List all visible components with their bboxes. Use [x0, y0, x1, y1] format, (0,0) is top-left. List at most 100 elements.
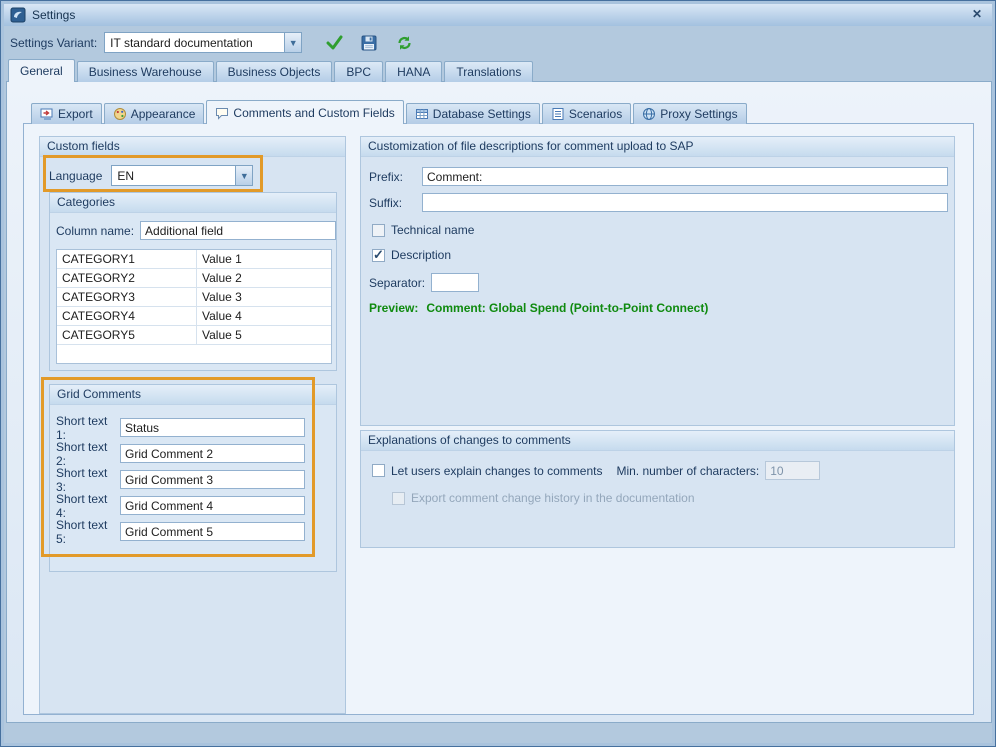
tab-business-warehouse[interactable]: Business Warehouse	[77, 61, 214, 82]
tab-proxy-settings[interactable]: Proxy Settings	[633, 103, 746, 124]
suffix-input[interactable]	[422, 193, 948, 212]
short-text-label: Short text 2:	[56, 440, 120, 468]
custom-fields-group: Custom fields Language EN ▼ Categories C…	[39, 136, 346, 714]
tab-hana[interactable]: HANA	[385, 61, 442, 82]
tab-label: Scenarios	[569, 107, 622, 121]
technical-name-row: Technical name	[372, 223, 474, 237]
table-row[interactable]: CATEGORY3 Value 3	[57, 288, 331, 307]
short-text-label: Short text 1:	[56, 414, 120, 442]
variant-value: IT standard documentation	[105, 36, 284, 50]
min-chars-label: Min. number of characters:	[616, 464, 759, 478]
scenarios-icon	[551, 107, 565, 121]
refresh-icon[interactable]	[394, 33, 414, 53]
category-cell: CATEGORY3	[57, 288, 197, 306]
close-icon[interactable]: ✕	[968, 7, 986, 23]
comments-icon	[215, 106, 229, 120]
save-icon[interactable]	[359, 33, 379, 53]
tab-general[interactable]: General	[8, 59, 75, 82]
separator-row: Separator:	[369, 273, 479, 292]
group-title: Grid Comments	[50, 385, 336, 405]
technical-name-checkbox[interactable]	[372, 224, 385, 237]
titlebar: Settings ✕	[4, 4, 992, 26]
toolbar	[324, 33, 414, 53]
short-text-1-input[interactable]	[120, 418, 305, 437]
group-title: Categories	[50, 193, 336, 213]
general-tab-panel: Export Appearance	[6, 81, 992, 723]
chevron-down-icon[interactable]: ▼	[235, 166, 252, 185]
tab-label: Translations	[456, 65, 521, 79]
tab-business-objects[interactable]: Business Objects	[216, 61, 333, 82]
main-tab-strip: General Business Warehouse Business Obje…	[8, 59, 533, 82]
min-chars-input	[765, 461, 820, 480]
tab-appearance[interactable]: Appearance	[104, 103, 205, 124]
comments-custom-fields-panel: Custom fields Language EN ▼ Categories C…	[23, 123, 974, 715]
language-row: Language EN ▼	[49, 165, 253, 186]
short-text-label: Short text 3:	[56, 466, 120, 494]
apply-icon[interactable]	[324, 33, 344, 53]
let-users-label: Let users explain changes to comments	[391, 464, 602, 478]
short-text-label: Short text 5:	[56, 518, 120, 546]
short-text-4-input[interactable]	[120, 496, 305, 515]
preview-value: Comment: Global Spend (Point-to-Point Co…	[426, 301, 708, 315]
value-cell[interactable]: Value 1	[197, 250, 331, 268]
tab-bpc[interactable]: BPC	[334, 61, 383, 82]
tab-comments-and-custom-fields[interactable]: Comments and Custom Fields	[206, 100, 403, 124]
value-cell[interactable]: Value 4	[197, 307, 331, 325]
tab-database-settings[interactable]: Database Settings	[406, 103, 540, 124]
language-value: EN	[112, 169, 235, 183]
proxy-icon	[642, 107, 656, 121]
settings-window: Settings ✕ Settings Variant: IT standard…	[0, 0, 996, 747]
separator-input[interactable]	[431, 273, 479, 292]
group-title: Customization of file descriptions for c…	[361, 137, 954, 157]
tab-label: Business Objects	[228, 65, 321, 79]
table-row[interactable]: CATEGORY5 Value 5	[57, 326, 331, 345]
short-text-row: Short text 4:	[56, 496, 336, 515]
short-text-3-input[interactable]	[120, 470, 305, 489]
language-combobox[interactable]: EN ▼	[111, 165, 253, 186]
variant-combobox[interactable]: IT standard documentation ▼	[104, 32, 302, 53]
let-users-row: Let users explain changes to comments Mi…	[372, 461, 820, 480]
grid-comments-group: Grid Comments Short text 1: Short text 2…	[49, 384, 337, 572]
app-icon	[10, 7, 26, 23]
tab-translations[interactable]: Translations	[444, 61, 533, 82]
description-label: Description	[391, 248, 451, 262]
short-text-row: Short text 2:	[56, 444, 336, 463]
categories-group: Categories Column name: CATEGORY1 Value …	[49, 192, 337, 371]
prefix-input[interactable]	[422, 167, 948, 186]
prefix-row: Prefix:	[369, 167, 948, 186]
export-history-row: Export comment change history in the doc…	[392, 491, 695, 505]
group-title: Custom fields	[40, 137, 345, 157]
preview-row: Preview: Comment: Global Spend (Point-to…	[369, 301, 708, 315]
short-text-label: Short text 4:	[56, 492, 120, 520]
tab-label: Export	[58, 107, 93, 121]
variant-label: Settings Variant:	[10, 36, 97, 50]
tab-label: Appearance	[131, 107, 196, 121]
customization-group: Customization of file descriptions for c…	[360, 136, 955, 426]
value-cell[interactable]: Value 2	[197, 269, 331, 287]
description-checkbox[interactable]	[372, 249, 385, 262]
sub-tab-strip: Export Appearance	[31, 100, 747, 124]
short-text-2-input[interactable]	[120, 444, 305, 463]
tab-label: Comments and Custom Fields	[233, 106, 394, 120]
table-row[interactable]: CATEGORY4 Value 4	[57, 307, 331, 326]
export-icon	[40, 107, 54, 121]
chevron-down-icon[interactable]: ▼	[284, 33, 301, 52]
tab-label: General	[20, 64, 63, 78]
column-name-input[interactable]	[140, 221, 336, 240]
window-title: Settings	[32, 8, 75, 22]
categories-table[interactable]: CATEGORY1 Value 1 CATEGORY2 Value 2 CATE…	[56, 249, 332, 364]
let-users-checkbox[interactable]	[372, 464, 385, 477]
category-cell: CATEGORY1	[57, 250, 197, 268]
table-row[interactable]: CATEGORY2 Value 2	[57, 269, 331, 288]
export-history-checkbox	[392, 492, 405, 505]
tab-export[interactable]: Export	[31, 103, 102, 124]
short-text-5-input[interactable]	[120, 522, 305, 541]
separator-label: Separator:	[369, 276, 425, 290]
value-cell[interactable]: Value 5	[197, 326, 331, 344]
table-row[interactable]: CATEGORY1 Value 1	[57, 250, 331, 269]
value-cell[interactable]: Value 3	[197, 288, 331, 306]
technical-name-label: Technical name	[391, 223, 474, 237]
tab-scenarios[interactable]: Scenarios	[542, 103, 631, 124]
tab-label: Proxy Settings	[660, 107, 737, 121]
category-cell: CATEGORY2	[57, 269, 197, 287]
